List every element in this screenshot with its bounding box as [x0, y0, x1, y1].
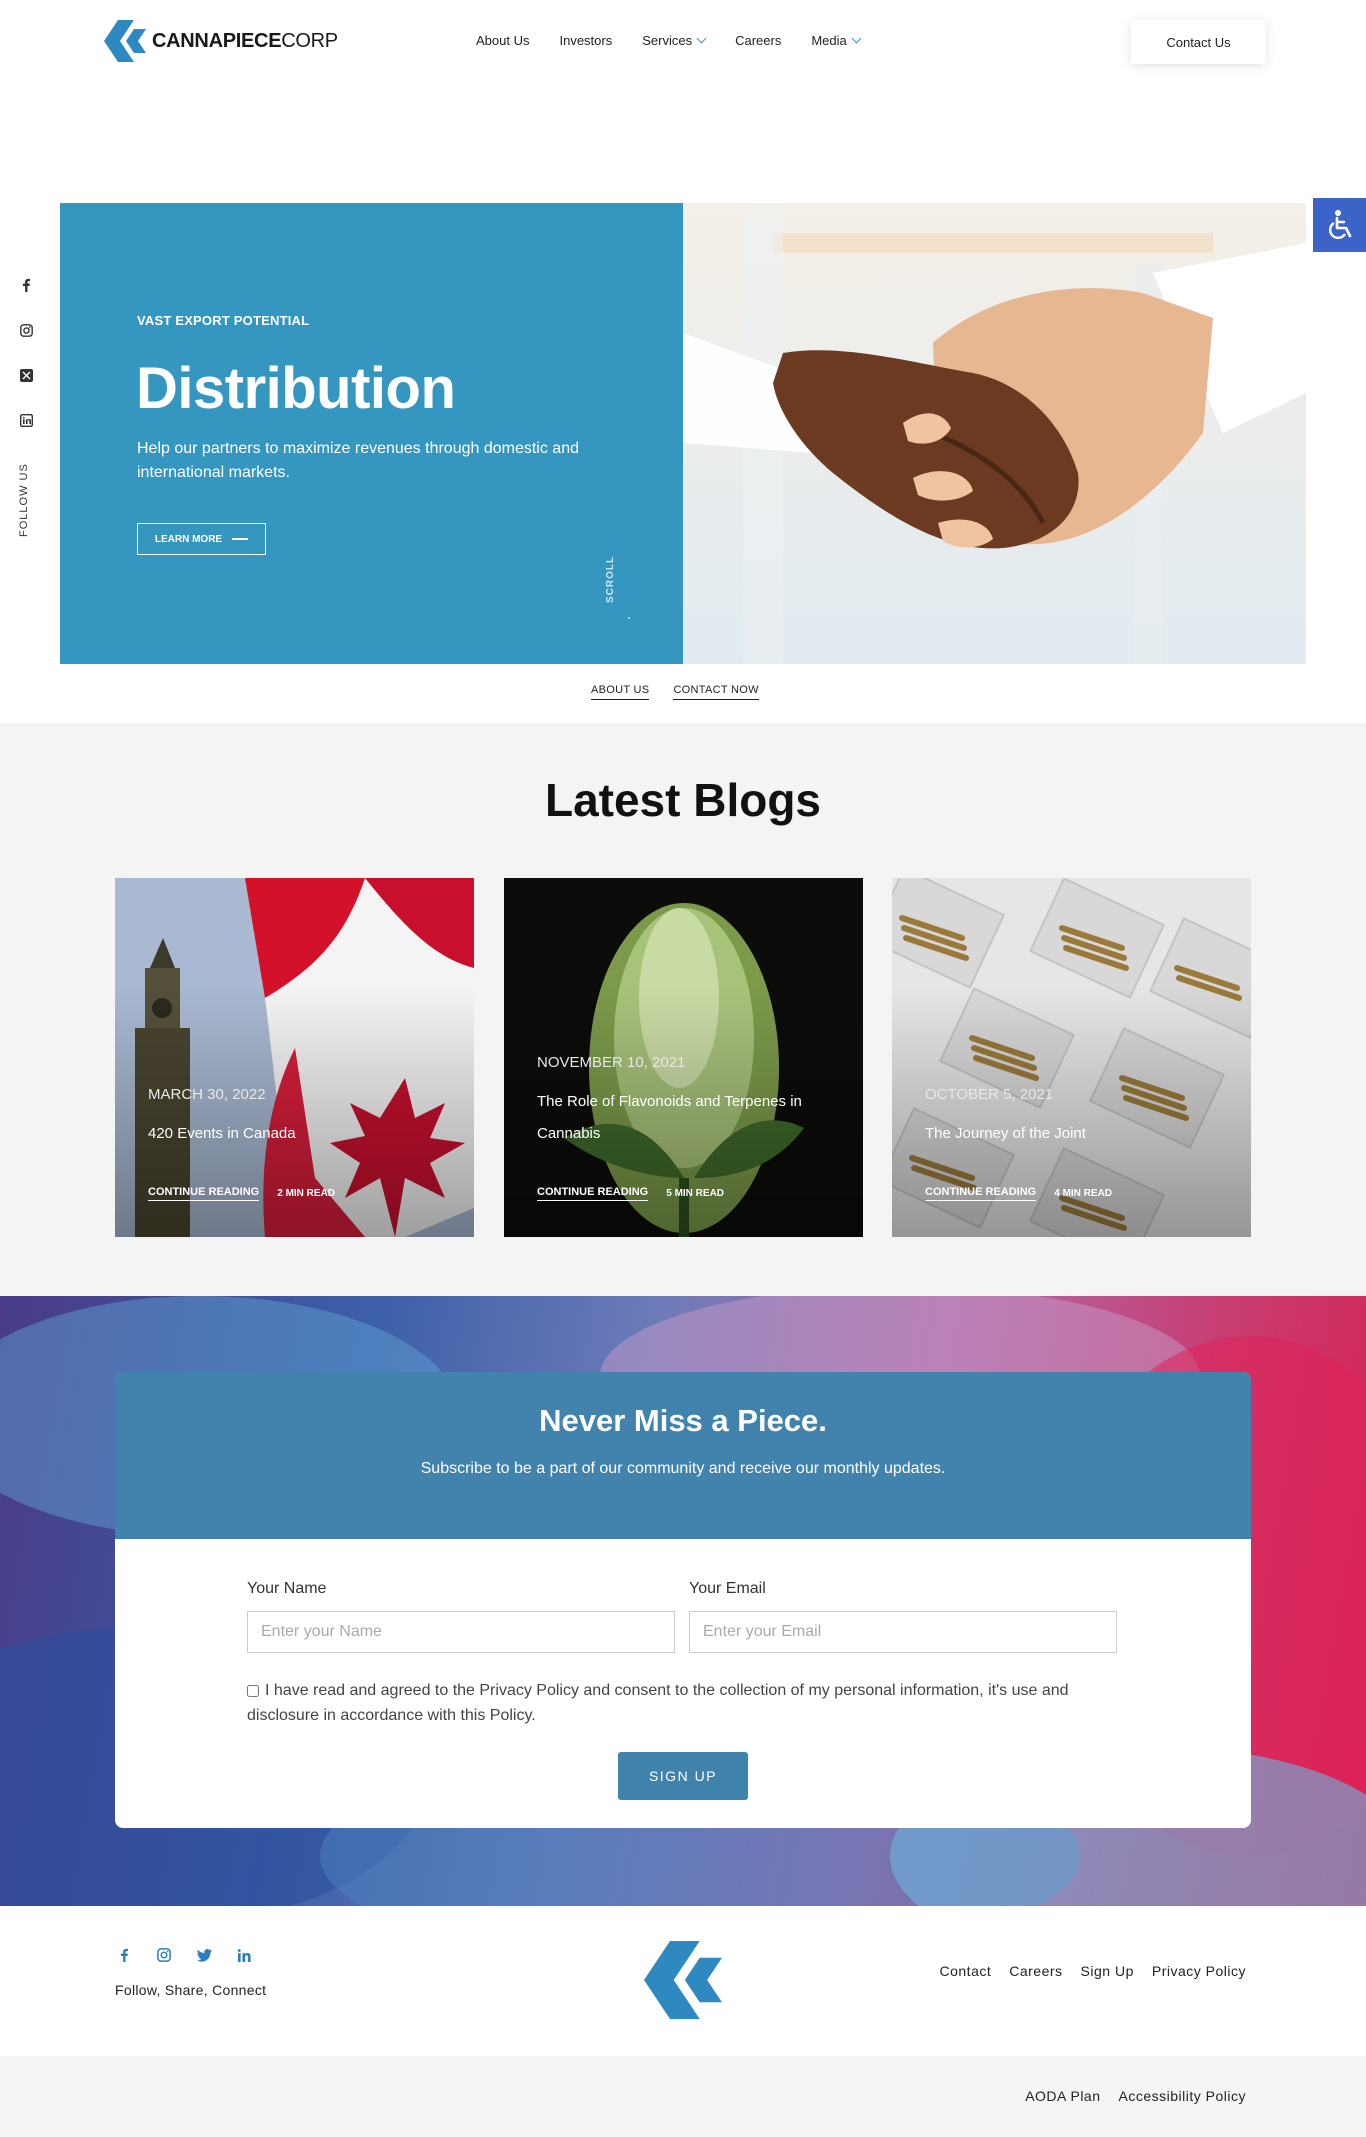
nav-item-media[interactable]: Media — [811, 33, 862, 48]
blog-meta: CONTINUE READING 4 MIN READ — [925, 1186, 1112, 1201]
site-header: CANNAPIECECORP About Us Investors Servic… — [0, 0, 1366, 85]
brand-chevron-icon — [104, 20, 146, 62]
learn-more-button[interactable]: LEARN MORE — [137, 523, 266, 555]
read-time: 2 MIN READ — [277, 1188, 336, 1199]
accessibility-button[interactable] — [1313, 198, 1366, 252]
footer-link-aoda-plan[interactable]: AODA Plan — [1025, 2088, 1100, 2104]
nav-label: Investors — [559, 33, 613, 48]
footer-link-contact[interactable]: Contact — [940, 1963, 992, 1979]
privacy-consent-text: I have read and agreed to the Privacy Po… — [247, 1682, 1069, 1724]
linkedin-icon[interactable] — [17, 411, 35, 429]
blog-title[interactable]: The Role of Flavonoids and Terpenes in C… — [537, 1086, 837, 1150]
brand-chevron-icon — [644, 1941, 722, 2019]
twitter-icon[interactable] — [195, 1946, 213, 1964]
footer-link-careers[interactable]: Careers — [1009, 1963, 1062, 1979]
sign-up-button[interactable]: SIGN UP — [618, 1752, 748, 1800]
scroll-dot — [628, 617, 630, 619]
email-label: Your Email — [689, 1580, 766, 1597]
nav-label: Careers — [735, 33, 782, 48]
blog-date: OCTOBER 5, 2021 — [925, 1086, 1054, 1103]
read-time: 5 MIN READ — [666, 1188, 725, 1199]
hero-section: VAST EXPORT POTENTIAL Distribution Help … — [60, 203, 1306, 664]
hero-eyebrow: VAST EXPORT POTENTIAL — [137, 313, 310, 328]
subscribe-card: Never Miss a Piece. Subscribe to be a pa… — [115, 1372, 1251, 1828]
linkedin-icon[interactable] — [235, 1946, 253, 1964]
hero-secondary-links: ABOUT US CONTACT NOW — [591, 684, 759, 700]
handshake-illustration — [683, 203, 1306, 664]
footer-bottom-bar: AODA Plan Accessibility Policy — [0, 2056, 1366, 2137]
footer-bottom-links: AODA Plan Accessibility Policy — [1025, 2088, 1246, 2104]
continue-reading-link[interactable]: CONTINUE READING — [925, 1186, 1037, 1201]
privacy-consent: I have read and agreed to the Privacy Po… — [247, 1678, 1127, 1728]
site-footer: Follow, Share, Connect Contact Careers S… — [0, 1906, 1366, 2056]
arrow-line-icon — [232, 538, 249, 540]
footer-social — [115, 1946, 253, 1964]
follow-us-label: FOLLOW US — [18, 463, 30, 537]
subscribe-section: Never Miss a Piece. Subscribe to be a pa… — [0, 1296, 1366, 1906]
nav-label: Media — [811, 33, 847, 48]
blog-date: MARCH 30, 2022 — [148, 1086, 266, 1103]
subscribe-title: Never Miss a Piece. — [539, 1403, 827, 1438]
nav-item-services[interactable]: Services — [642, 33, 707, 48]
main-nav: About Us Investors Services Careers Medi… — [476, 33, 862, 48]
nav-item-careers[interactable]: Careers — [735, 33, 781, 48]
side-social-rail — [16, 276, 36, 429]
x-twitter-icon[interactable] — [17, 366, 35, 384]
card-overlay — [892, 878, 1251, 1237]
facebook-icon[interactable] — [17, 276, 35, 294]
learn-more-label: LEARN MORE — [154, 533, 223, 545]
hero-image-handshake — [683, 203, 1306, 664]
email-input[interactable] — [689, 1611, 1117, 1653]
blogs-heading: Latest Blogs — [544, 774, 822, 826]
nav-item-about-us[interactable]: About Us — [476, 33, 529, 48]
instagram-icon[interactable] — [17, 321, 35, 339]
wheelchair-icon — [1328, 210, 1351, 239]
hero-title: Distribution — [136, 356, 456, 421]
contact-now-link[interactable]: CONTACT NOW — [673, 684, 759, 700]
chevron-down-icon — [851, 33, 862, 44]
hero-description: Help our partners to maximize revenues t… — [137, 440, 579, 481]
blog-title[interactable]: 420 Events in Canada — [148, 1118, 448, 1150]
blog-title[interactable]: The Journey of the Joint — [925, 1118, 1225, 1150]
chevron-down-icon — [696, 33, 707, 44]
page: CANNAPIECECORP About Us Investors Servic… — [0, 0, 1366, 2137]
brand-logo[interactable]: CANNAPIECECORP — [104, 20, 338, 62]
subscribe-header: Never Miss a Piece. Subscribe to be a pa… — [115, 1372, 1251, 1539]
footer-links: Contact Careers Sign Up Privacy Policy — [940, 1963, 1247, 1979]
nav-item-investors[interactable]: Investors — [559, 33, 612, 48]
contact-us-button[interactable]: Contact Us — [1131, 20, 1266, 64]
subscribe-description: Subscribe to be a part of our community … — [420, 1460, 946, 1477]
hero-panel: VAST EXPORT POTENTIAL Distribution Help … — [60, 203, 683, 664]
footer-link-privacy-policy[interactable]: Privacy Policy — [1152, 1963, 1246, 1979]
blog-date: NOVEMBER 10, 2021 — [537, 1054, 686, 1071]
footer-link-accessibility-policy[interactable]: Accessibility Policy — [1119, 2088, 1246, 2104]
read-time: 4 MIN READ — [1054, 1188, 1113, 1199]
blog-card[interactable]: NOVEMBER 10, 2021 The Role of Flavonoids… — [504, 878, 863, 1237]
name-input[interactable] — [247, 1611, 675, 1653]
nav-label: About Us — [476, 33, 530, 48]
footer-logo[interactable] — [644, 1940, 722, 2025]
brand-wordmark: CANNAPIECECORP — [152, 29, 338, 52]
scroll-indicator[interactable]: SCROLL — [605, 556, 616, 603]
facebook-icon[interactable] — [115, 1946, 133, 1964]
continue-reading-link[interactable]: CONTINUE READING — [148, 1186, 260, 1201]
nav-label: Services — [642, 33, 693, 48]
footer-follow-text: Follow, Share, Connect — [115, 1982, 267, 1998]
continue-reading-link[interactable]: CONTINUE READING — [537, 1186, 649, 1201]
privacy-consent-checkbox[interactable] — [247, 1684, 259, 1697]
blog-card[interactable]: MARCH 30, 2022 420 Events in Canada CONT… — [115, 878, 474, 1237]
about-us-link[interactable]: ABOUT US — [591, 684, 650, 700]
blog-card[interactable]: OCTOBER 5, 2021 The Journey of the Joint… — [892, 878, 1251, 1237]
latest-blogs-section: Latest Blogs MARCH 30, 2022 420 Events i… — [0, 723, 1366, 1296]
name-label: Your Name — [247, 1580, 327, 1597]
blog-meta: CONTINUE READING 2 MIN READ — [148, 1186, 335, 1201]
footer-link-sign-up[interactable]: Sign Up — [1081, 1963, 1134, 1979]
instagram-icon[interactable] — [155, 1946, 173, 1964]
card-overlay — [115, 878, 474, 1237]
blog-meta: CONTINUE READING 5 MIN READ — [537, 1186, 724, 1201]
